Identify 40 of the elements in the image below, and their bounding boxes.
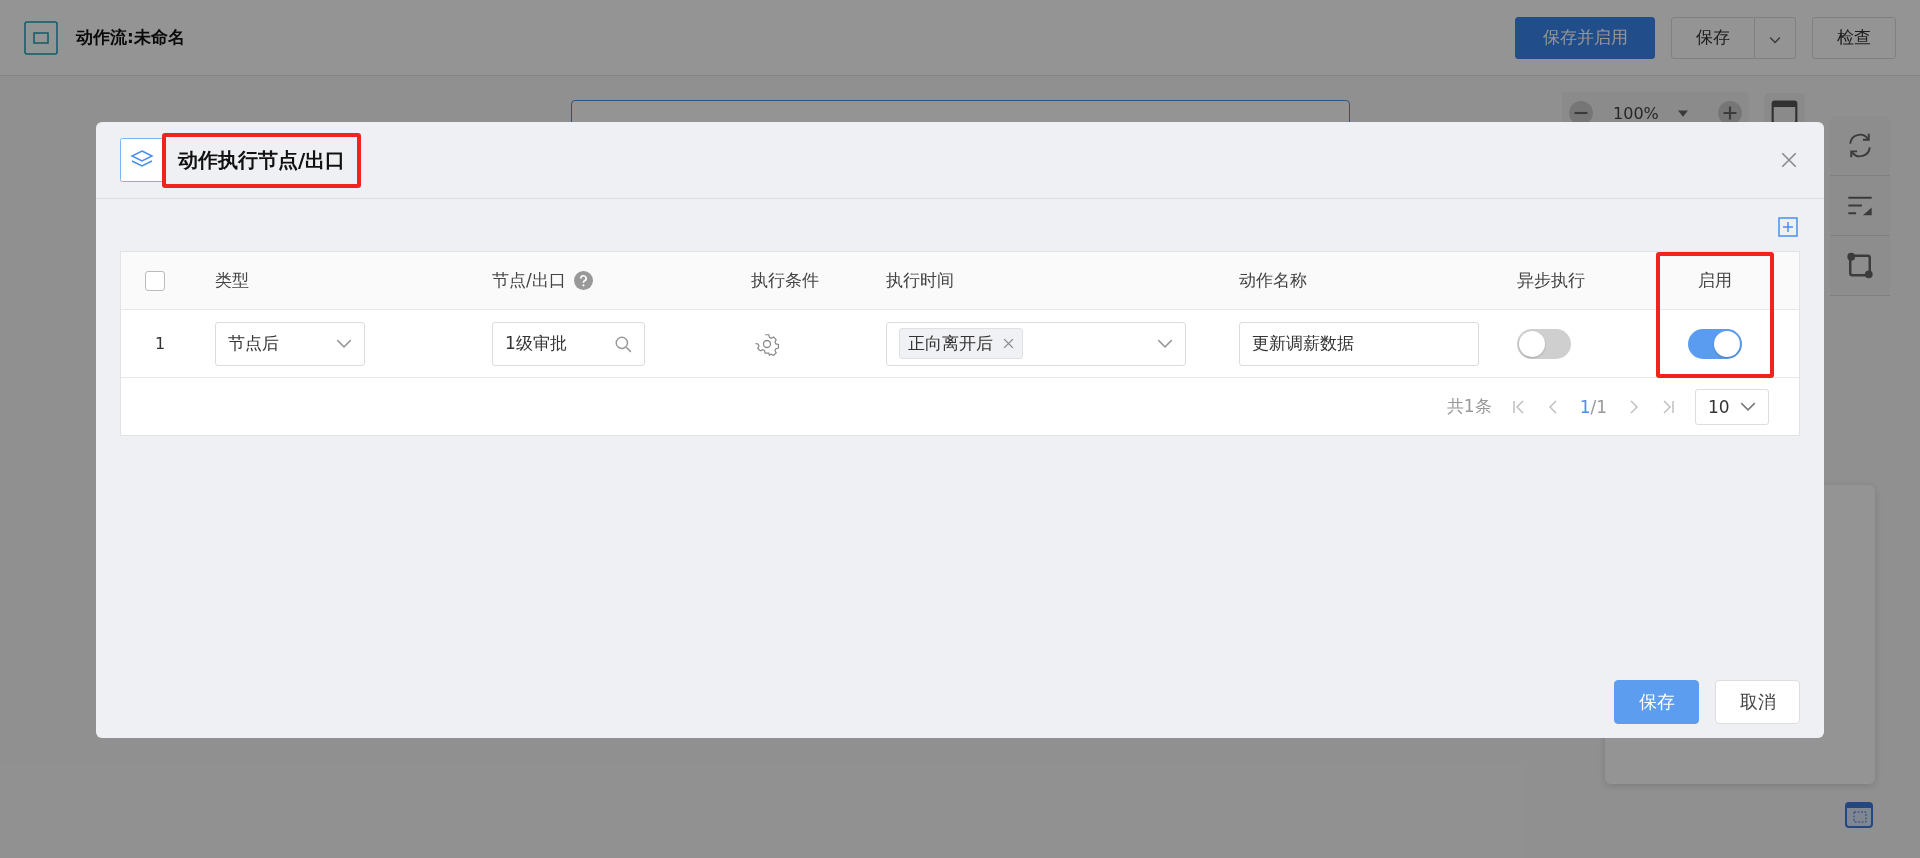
toggle-switch[interactable] xyxy=(1517,328,1571,359)
node-search-field[interactable]: 1级审批 xyxy=(492,321,645,366)
chevron-icon xyxy=(1740,402,1756,411)
cancel-button[interactable]: 取消 xyxy=(1715,680,1800,724)
row-number: 1 xyxy=(155,334,166,353)
tag: 正向离开后 xyxy=(899,328,1023,359)
type-select[interactable]: 节点后 xyxy=(215,321,365,366)
check-button[interactable]: 检查 xyxy=(1812,16,1896,59)
layers-icon xyxy=(120,138,164,182)
last-page-icon[interactable] xyxy=(1661,398,1675,415)
first-page-icon[interactable] xyxy=(1511,398,1526,415)
chevron-icon xyxy=(1157,339,1173,348)
page-size-select[interactable]: 10 xyxy=(1695,388,1769,425)
search-icon xyxy=(614,334,632,353)
column-header: 执行时间 xyxy=(886,269,954,292)
action-name-field[interactable]: 更新调薪数据 xyxy=(1239,321,1479,366)
column-header: 动作名称 xyxy=(1239,269,1307,292)
add-icon[interactable] xyxy=(1778,217,1798,237)
toggle-switch[interactable] xyxy=(1688,328,1742,359)
remove-icon[interactable] xyxy=(1003,338,1014,349)
column-header: 异步执行 xyxy=(1517,269,1585,292)
chevron-icon xyxy=(1769,35,1781,44)
column-header: 启用 xyxy=(1698,269,1732,292)
save-button[interactable]: 保存 xyxy=(1671,16,1755,59)
column-header: 类型 xyxy=(215,269,249,292)
caret-icon[interactable] xyxy=(1677,109,1688,117)
page-indicator: 1/1 xyxy=(1579,396,1607,417)
monitor-icon xyxy=(24,20,58,55)
total-count: 共1条 xyxy=(1446,395,1492,418)
flow-title: 动作流:未命名 xyxy=(76,26,185,49)
dialog-title: 动作执行节点/出口 xyxy=(178,147,346,172)
column-header: 执行条件 xyxy=(751,269,819,292)
column-header: 节点/出口 xyxy=(492,269,566,292)
checkbox[interactable] xyxy=(145,270,165,291)
help-icon[interactable] xyxy=(573,271,593,290)
zoom-level[interactable]: 100% xyxy=(1613,103,1659,123)
close-icon[interactable] xyxy=(1780,151,1798,169)
time-select[interactable]: 正向离开后 xyxy=(886,321,1186,366)
chevron-icon xyxy=(336,339,352,348)
settings-icon[interactable] xyxy=(755,331,779,356)
